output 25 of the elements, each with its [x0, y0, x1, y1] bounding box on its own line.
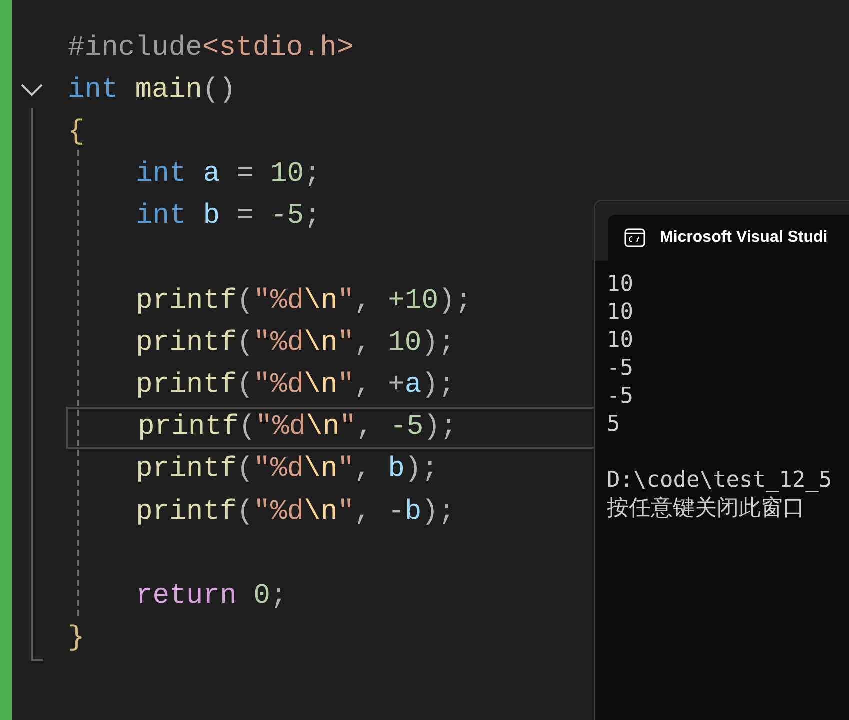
console-tab[interactable]: Microsoft Visual Studi — [608, 215, 849, 261]
code-line: printf("%d\n", +a); — [136, 370, 456, 402]
console-output-line: 10 — [607, 327, 634, 355]
console-output-line: -5 — [607, 355, 634, 383]
code-line: printf("%d\n", 10); — [136, 328, 456, 359]
console-output-line: -5 — [607, 383, 634, 411]
console-output-line: D:\code\test_12_5 — [607, 467, 834, 495]
window-title: Microsoft Visual Studi — [660, 229, 828, 247]
code-line: int a = 10; — [136, 159, 321, 190]
chevron-down-icon[interactable] — [20, 83, 44, 98]
code-line: #include<stdio.h> — [68, 32, 354, 64]
code-line: } — [68, 623, 85, 654]
code-line: int b = -5; — [136, 201, 321, 232]
code-line: { — [68, 116, 85, 148]
console-output-line: 5 — [607, 411, 622, 439]
code-line: printf("%d\n", +10); — [136, 286, 472, 317]
console-output-line: 10 — [607, 299, 634, 327]
console-output-line: 按任意键关闭此窗口 — [607, 495, 806, 523]
console-output-line: 10 — [607, 271, 634, 299]
code-line: printf("%d\n", -b); — [136, 496, 456, 528]
code-line: printf("%d\n", -5); — [138, 412, 458, 444]
terminal-icon — [624, 227, 646, 249]
code-line: return 0; — [136, 581, 288, 612]
code-line: int main() — [68, 74, 236, 106]
code-line: printf("%d\n", b); — [136, 454, 439, 486]
